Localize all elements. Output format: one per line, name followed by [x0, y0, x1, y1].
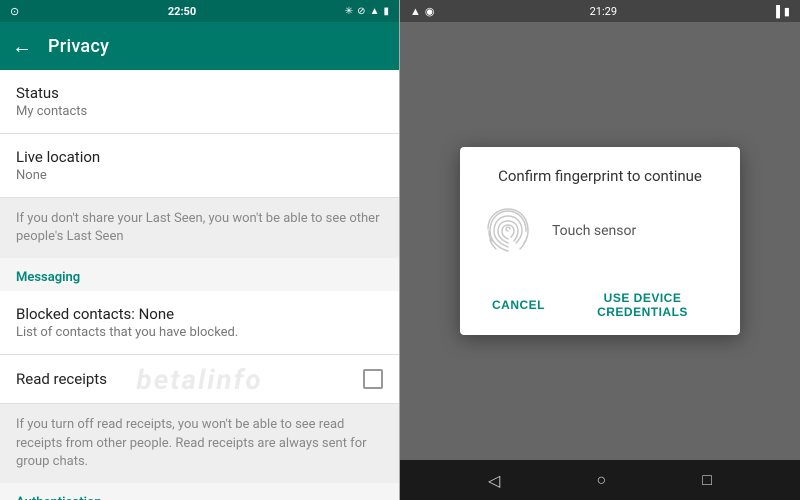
fingerprint-svg — [480, 203, 536, 259]
info-block-2: If you turn off read receipts, you won't… — [0, 404, 399, 483]
wifi-icon: ▲ — [370, 6, 380, 17]
dialog-buttons: CANCEL USE DEVICE CREDENTIALS — [480, 279, 720, 327]
touch-sensor-text: Touch sensor — [552, 223, 636, 239]
battery-icon: ▮ — [383, 6, 389, 17]
cancel-button[interactable]: CANCEL — [480, 283, 557, 327]
back-nav-icon[interactable]: ◁ — [488, 471, 500, 490]
signal-icon: ⊘ — [357, 6, 365, 17]
status-bar-right: ▲ ◉ 21:29 ▐ ▮ — [400, 0, 800, 22]
status-item[interactable]: Status My contacts — [0, 70, 399, 134]
left-status-icon: ⊙ — [10, 5, 19, 18]
section-authentication: Authentication — [0, 483, 399, 500]
right-time: 21:29 — [590, 5, 617, 18]
phone-right: ▲ ◉ 21:29 ▐ ▮ Confirm fingerprint to con… — [400, 0, 800, 500]
right-left-icons: ▲ ◉ — [410, 5, 435, 18]
status-label: Status — [16, 84, 383, 102]
nav-bar: ◁ ○ □ — [400, 460, 800, 500]
blocked-sub: List of contacts that you have blocked. — [16, 325, 383, 340]
recents-nav-icon[interactable]: □ — [702, 470, 712, 490]
wifi-icon-r: ◉ — [425, 5, 435, 18]
home-nav-icon[interactable]: ○ — [596, 470, 606, 490]
fingerprint-dialog: Confirm fingerprint to continue — [460, 147, 740, 335]
info-text-2: If you turn off read receipts, you won't… — [16, 416, 383, 471]
signal-bars-icon: ▐ — [772, 5, 780, 18]
dialog-title: Confirm fingerprint to continue — [480, 167, 720, 185]
blocked-label: Blocked contacts: None — [16, 305, 383, 323]
use-credentials-button[interactable]: USE DEVICE CREDENTIALS — [565, 283, 720, 327]
left-status-icons: ✳ ⊘ ▲ ▮ — [345, 6, 389, 17]
signal-icon-r: ▲ — [410, 5, 421, 18]
section-messaging: Messaging — [0, 258, 399, 291]
status-bar-left: ⊙ 22:50 ✳ ⊘ ▲ ▮ — [0, 0, 399, 22]
left-time: 22:50 — [168, 5, 196, 18]
toolbar: ← Privacy — [0, 22, 399, 70]
read-receipts-item[interactable]: Read receipts betalinfo — [0, 355, 399, 404]
status-value: My contacts — [16, 104, 383, 119]
info-block-1: If you don't share your Last Seen, you w… — [0, 198, 399, 258]
settings-content: Status My contacts Live location None If… — [0, 70, 399, 500]
back-button[interactable]: ← — [12, 34, 32, 59]
live-location-label: Live location — [16, 148, 383, 166]
fingerprint-icon — [480, 203, 536, 259]
battery-icon-r: ▮ — [784, 5, 790, 18]
right-right-icons: ▐ ▮ — [772, 5, 790, 18]
read-receipts-checkbox[interactable] — [363, 369, 383, 389]
read-receipts-label: Read receipts — [16, 370, 107, 388]
toolbar-title: Privacy — [48, 36, 109, 57]
phone-left: ⊙ 22:50 ✳ ⊘ ▲ ▮ ← Privacy Status My cont… — [0, 0, 400, 500]
blocked-contacts-item[interactable]: Blocked contacts: None List of contacts … — [0, 291, 399, 355]
bluetooth-icon: ✳ — [345, 6, 353, 17]
dialog-body: Touch sensor — [480, 203, 720, 259]
right-main: Confirm fingerprint to continue — [400, 22, 800, 460]
live-location-item[interactable]: Live location None — [0, 134, 399, 198]
info-text-1: If you don't share your Last Seen, you w… — [16, 210, 383, 246]
live-location-value: None — [16, 168, 383, 183]
